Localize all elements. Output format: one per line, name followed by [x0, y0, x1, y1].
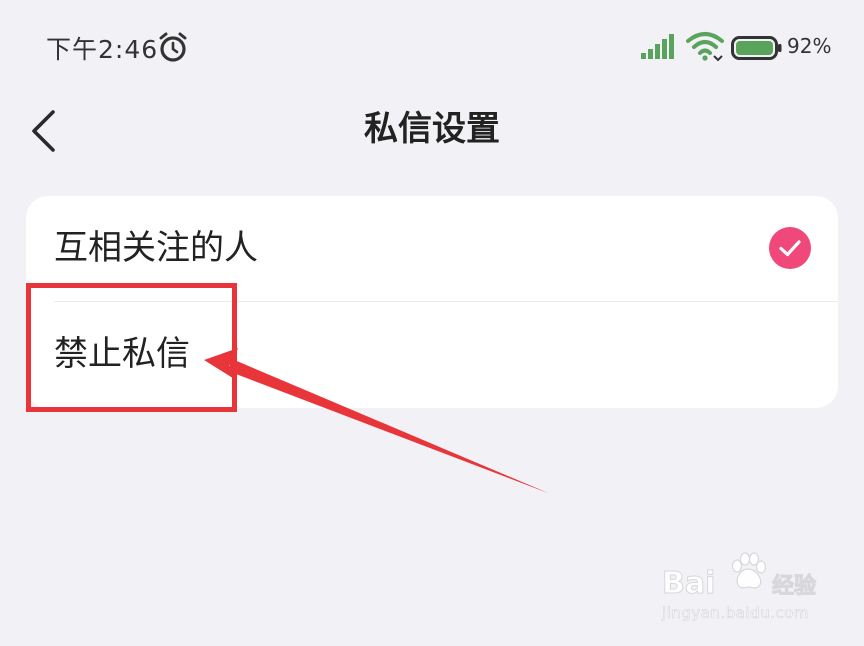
option-mutual-followers[interactable]: 互相关注的人: [26, 196, 838, 302]
status-bar: 下午2:46 92%: [0, 0, 864, 92]
wifi-icon: [686, 32, 724, 62]
battery-icon: [731, 36, 782, 60]
nav-bar: 私信设置: [0, 92, 864, 170]
check-icon: [769, 227, 811, 269]
battery-percent: 92%: [787, 34, 832, 58]
watermark: Bai 经验 jingyan.baidu.com: [661, 552, 822, 630]
watermark-label: 经验: [771, 574, 817, 600]
paw-icon: [731, 552, 767, 589]
page-title: 私信设置: [364, 109, 500, 149]
signal-icon: [641, 34, 674, 59]
option-label: 禁止私信: [54, 334, 190, 374]
watermark-brand: Bai: [661, 566, 716, 602]
option-label: 互相关注的人: [54, 228, 258, 268]
option-disable-messages[interactable]: 禁止私信: [26, 302, 838, 407]
status-time: 下午2:46: [46, 35, 159, 64]
privacy-options-card: 互相关注的人 禁止私信: [26, 196, 838, 408]
watermark-domain: jingyan.baidu.com: [662, 604, 809, 623]
alarm-icon: [159, 32, 187, 62]
